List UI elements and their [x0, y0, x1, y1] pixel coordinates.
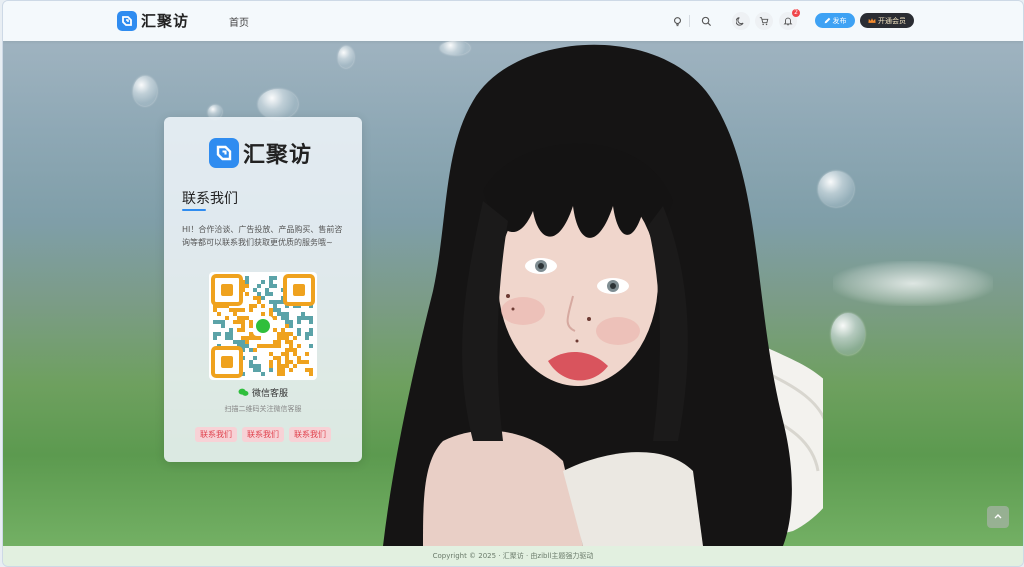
search-icon[interactable]: [697, 12, 715, 30]
title-underline: [182, 209, 206, 211]
cart-icon[interactable]: [755, 12, 773, 30]
header-divider: [689, 15, 690, 27]
pencil-icon: [824, 17, 830, 24]
contact-buttons: 联系我们 联系我们 联系我们: [195, 427, 331, 442]
contact-description: HI！合作洽谈、广告投放、产品购买、售前咨询等都可以联系我们获取更优质的服务哦~: [182, 225, 343, 247]
nav-home-link[interactable]: 首页: [229, 14, 249, 29]
water-drop: [831, 313, 865, 355]
water-drop: [338, 46, 354, 68]
vip-label: 开通会员: [878, 17, 906, 25]
copyright-text: Copyright © 2025 · 汇聚访 · 由zibll主题强力驱动: [432, 552, 594, 560]
wechat-label: 微信客服: [251, 389, 288, 399]
browser-frame: 汇聚访 首页 2 发布 开通会员 汇聚访 联系我们 HI！合作洽谈、广告投放、产…: [2, 0, 1024, 567]
site-logo[interactable]: 汇聚访: [117, 10, 189, 31]
search-icon[interactable]: [668, 12, 686, 30]
publish-label: 发布: [832, 17, 847, 25]
site-header: 汇聚访 首页 2 发布 开通会员: [3, 1, 1023, 41]
contact-button[interactable]: 联系我们: [195, 427, 237, 442]
publish-button[interactable]: 发布: [815, 13, 855, 28]
logo-icon: [209, 138, 239, 168]
water-drop: [133, 76, 157, 106]
contact-card: 汇聚访 联系我们 HI！合作洽谈、广告投放、产品购买、售前咨询等都可以联系我们获…: [164, 117, 362, 462]
card-logo: 汇聚访: [209, 137, 312, 169]
water-drop: [258, 89, 298, 119]
wechat-icon: [238, 388, 249, 396]
notification-badge: 2: [792, 9, 800, 17]
hero-background: [3, 41, 1023, 546]
scan-tip: 扫描二维码关注微信客服: [224, 405, 302, 413]
contact-title: 联系我们: [182, 191, 238, 207]
sea-foam: [833, 261, 993, 306]
card-logo-text: 汇聚访: [243, 143, 313, 168]
portrait-figure: [383, 44, 823, 546]
moon-icon[interactable]: [732, 12, 750, 30]
contact-button[interactable]: 联系我们: [242, 427, 284, 442]
back-to-top-button[interactable]: [987, 506, 1009, 528]
contact-button[interactable]: 联系我们: [289, 427, 331, 442]
wechat-label-row: 微信客服: [164, 386, 362, 399]
water-drop: [818, 171, 854, 207]
logo-text: 汇聚访: [141, 12, 190, 30]
vip-button[interactable]: 开通会员: [860, 13, 914, 28]
logo-icon: [117, 10, 137, 31]
crown-icon: [868, 18, 876, 23]
site-footer: Copyright © 2025 · 汇聚访 · 由zibll主题强力驱动: [3, 546, 1023, 566]
wechat-qr-code: [209, 272, 317, 380]
arrow-up-icon: [994, 514, 1002, 519]
